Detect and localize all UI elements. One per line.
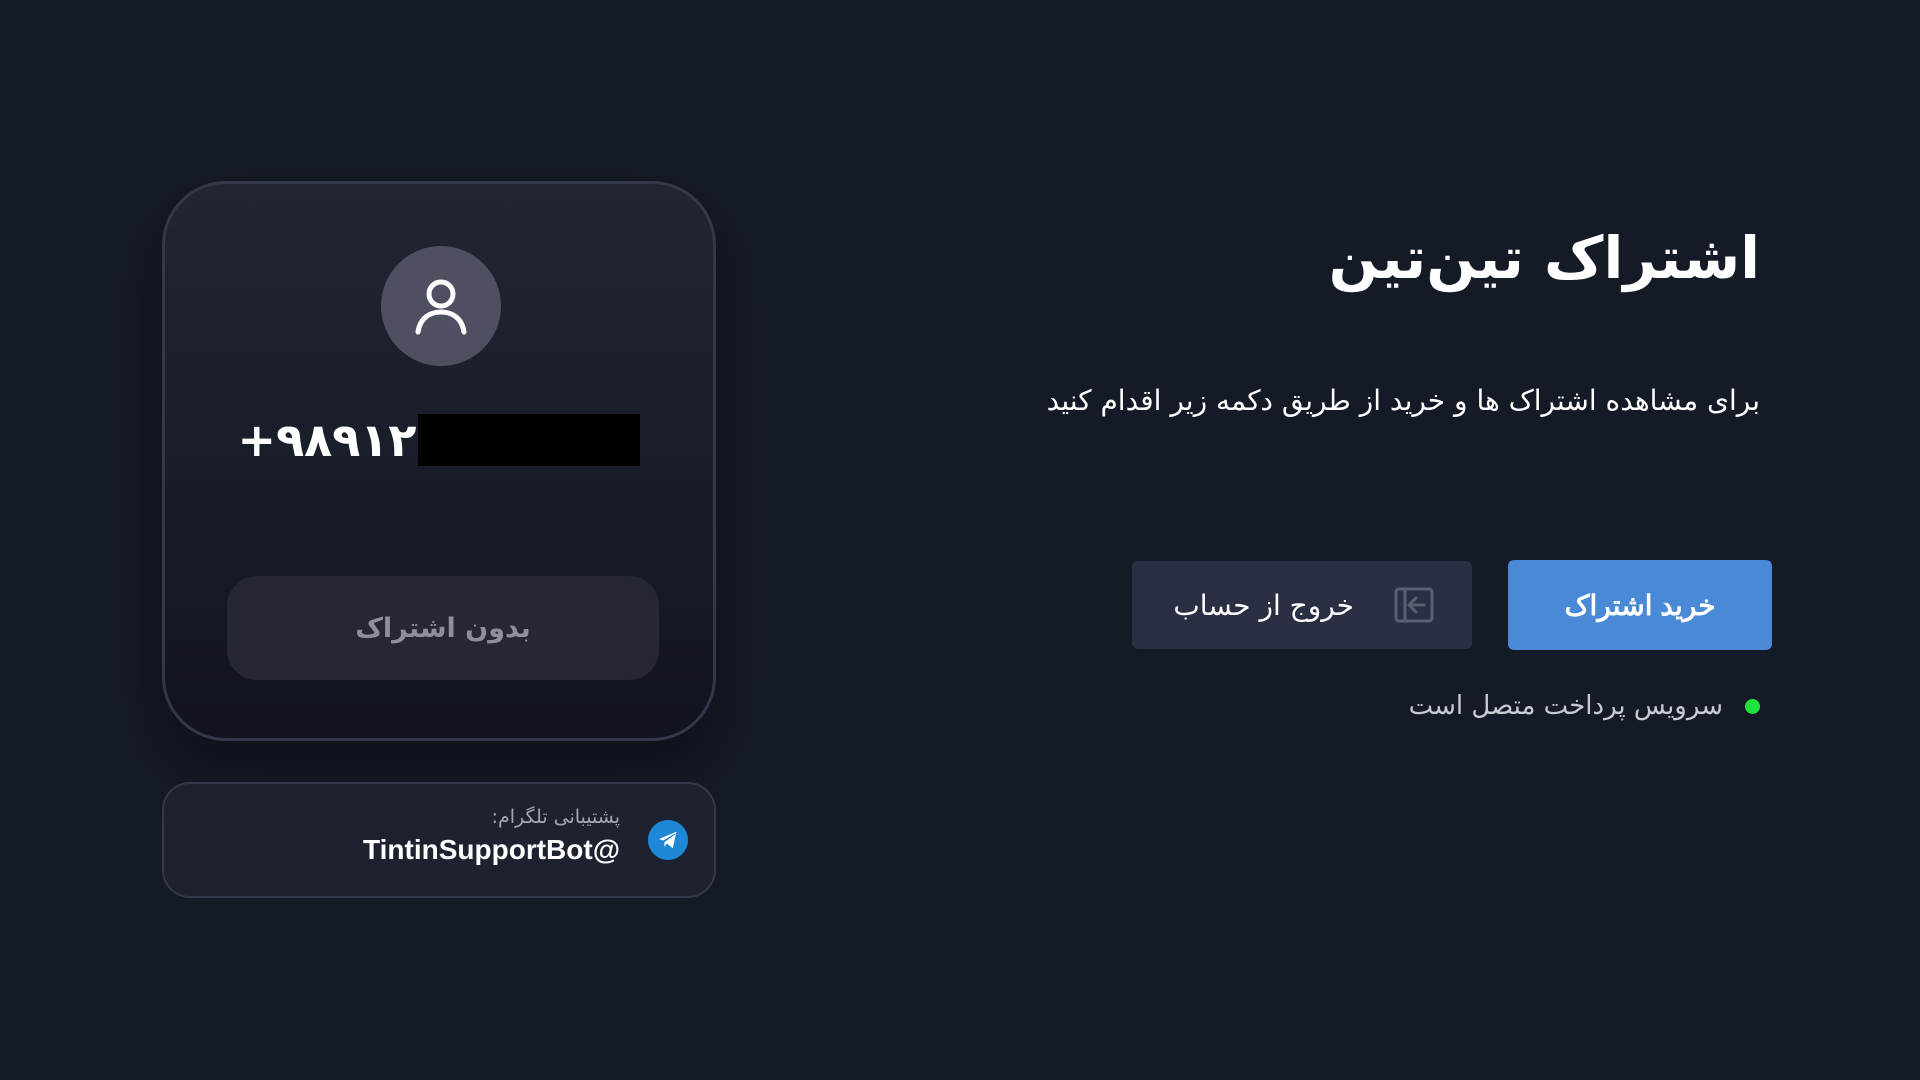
support-label: پشتیبانی تلگرام:: [491, 806, 620, 828]
support-handle-link[interactable]: TintinSupportBot@: [363, 830, 620, 870]
payment-status: سرویس پرداخت متصل است: [1409, 686, 1760, 726]
telegram-icon: [648, 820, 688, 860]
logout-label: خروج از حساب: [1173, 588, 1354, 622]
telegram-support-card[interactable]: پشتیبانی تلگرام: TintinSupportBot@: [162, 782, 716, 898]
phone-redacted-block: [418, 414, 641, 466]
page: +۹۸۹۱۲ بدون اشتراک پشتیبانی تلگرام: Tint…: [0, 0, 1920, 1080]
profile-card: +۹۸۹۱۲ بدون اشتراک: [162, 181, 716, 741]
payment-status-text: سرویس پرداخت متصل است: [1408, 691, 1723, 721]
phone-row: +۹۸۹۱۲: [165, 412, 713, 468]
status-dot-icon: [1745, 698, 1760, 714]
logout-button[interactable]: خروج از حساب: [1132, 561, 1472, 649]
subscription-status-badge: بدون اشتراک: [227, 576, 659, 680]
page-description: برای مشاهده اشتراک ها و خرید از طریق دکم…: [1046, 384, 1760, 417]
avatar: [381, 246, 501, 366]
user-icon: [415, 279, 467, 335]
page-title: اشتراک تین‌تین: [1328, 224, 1760, 292]
support-text: پشتیبانی تلگرام: TintinSupportBot@: [363, 804, 620, 870]
logout-icon: [1394, 587, 1434, 623]
buy-subscription-button[interactable]: خرید اشتراک: [1508, 560, 1772, 650]
phone-number: +۹۸۹۱۲: [237, 413, 417, 467]
